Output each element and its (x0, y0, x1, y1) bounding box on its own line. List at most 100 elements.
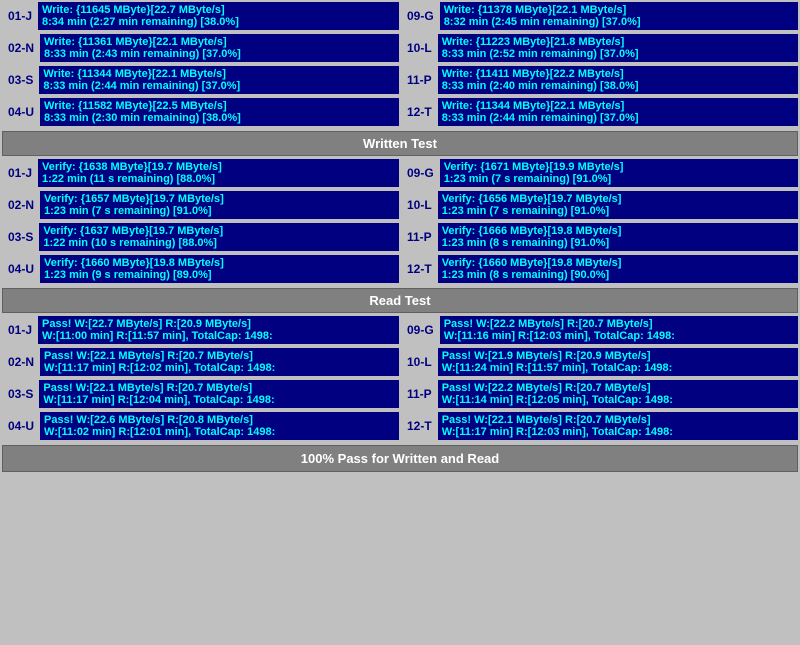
table-row: 02-NPass! W:[22.1 MByte/s] R:[20.7 MByte… (2, 348, 399, 376)
cell-content: Verify: {1638 MByte}[19.7 MByte/s]1:22 m… (38, 159, 399, 187)
cell-line2: W:[11:00 min] R:[11:57 min], TotalCap: 1… (42, 330, 395, 342)
cell-content: Pass! W:[22.6 MByte/s] R:[20.8 MByte/s]W… (40, 412, 399, 440)
cell-content: Write: {11582 MByte}[22.5 MByte/s]8:33 m… (40, 98, 399, 126)
drive-id-label: 10-L (401, 348, 438, 376)
drive-id-label: 12-T (401, 255, 438, 283)
cell-content: Pass! W:[22.7 MByte/s] R:[20.9 MByte/s]W… (38, 316, 399, 344)
drive-id-label: 04-U (2, 412, 40, 440)
table-row: 02-NWrite: {11361 MByte}[22.1 MByte/s]8:… (2, 34, 399, 62)
table-row: 12-T Verify: {1660 MByte}[19.8 MByte/s]1:… (401, 255, 798, 283)
cell-content: Pass! W:[22.1 MByte/s] R:[20.7 MByte/s]W… (40, 348, 399, 376)
cell-line1: Write: {11344 MByte}[22.1 MByte/s] (43, 68, 395, 80)
cell-line2: 1:23 min (7 s remaining) [91.0%] (444, 173, 794, 185)
cell-line2: 1:22 min (10 s remaining) [88.0%] (43, 237, 395, 249)
table-row: 09-GWrite: {11378 MByte}[22.1 MByte/s]8:… (401, 2, 798, 30)
cell-line1: Write: {11378 MByte}[22.1 MByte/s] (444, 4, 794, 16)
cell-content: Pass! W:[22.2 MByte/s] R:[20.7 MByte/s]W… (438, 380, 798, 408)
table-row: 03-S Write: {11344 MByte}[22.1 MByte/s]8:… (2, 66, 399, 94)
drive-id-label: 11-P (401, 223, 438, 251)
drive-id-label: 01-J (2, 2, 38, 30)
main-container: 01-JWrite: {11645 MByte}[22.7 MByte/s]8:… (0, 0, 800, 474)
cell-line1: Write: {11344 MByte}[22.1 MByte/s] (442, 100, 794, 112)
cell-line1: Pass! W:[22.7 MByte/s] R:[20.9 MByte/s] (42, 318, 395, 330)
written-test-header: Written Test (2, 131, 798, 156)
cell-line1: Pass! W:[22.1 MByte/s] R:[20.7 MByte/s] (43, 382, 395, 394)
cell-line2: 8:33 min (2:43 min remaining) [37.0%] (44, 48, 395, 60)
table-row: 01-JVerify: {1638 MByte}[19.7 MByte/s]1:… (2, 159, 399, 187)
drive-id-label: 11-P (401, 380, 438, 408)
table-row: 04-UPass! W:[22.6 MByte/s] R:[20.8 MByte… (2, 412, 399, 440)
cell-content: Write: {11361 MByte}[22.1 MByte/s]8:33 m… (40, 34, 399, 62)
table-row: 01-JPass! W:[22.7 MByte/s] R:[20.9 MByte… (2, 316, 399, 344)
cell-line2: W:[11:14 min] R:[12:05 min], TotalCap: 1… (442, 394, 794, 406)
cell-line1: Pass! W:[22.6 MByte/s] R:[20.8 MByte/s] (44, 414, 395, 426)
cell-line1: Pass! W:[22.1 MByte/s] R:[20.7 MByte/s] (442, 414, 794, 426)
cell-content: Verify: {1671 MByte}[19.9 MByte/s]1:23 m… (440, 159, 798, 187)
drive-id-label: 09-G (401, 2, 440, 30)
cell-line2: 8:33 min (2:40 min remaining) [38.0%] (442, 80, 794, 92)
cell-line1: Pass! W:[22.2 MByte/s] R:[20.7 MByte/s] (444, 318, 794, 330)
table-row: 04-UWrite: {11582 MByte}[22.5 MByte/s]8:… (2, 98, 399, 126)
cell-content: Verify: {1660 MByte}[19.8 MByte/s]1:23 m… (40, 255, 399, 283)
table-row: 03-SPass! W:[22.1 MByte/s] R:[20.7 MByte… (2, 380, 399, 408)
cell-line1: Write: {11411 MByte}[22.2 MByte/s] (442, 68, 794, 80)
table-row: 10-LWrite: {11223 MByte}[21.8 MByte/s]8:… (401, 34, 798, 62)
drive-id-label: 01-J (2, 159, 38, 187)
cell-line1: Write: {11582 MByte}[22.5 MByte/s] (44, 100, 395, 112)
cell-line1: Pass! W:[21.9 MByte/s] R:[20.9 MByte/s] (442, 350, 794, 362)
table-row: 02-NVerify: {1657 MByte}[19.7 MByte/s]1:… (2, 191, 399, 219)
cell-content: Write: {11344 MByte}[22.1 MByte/s]8:33 m… (438, 98, 798, 126)
table-row: 11-PPass! W:[22.2 MByte/s] R:[20.7 MByte… (401, 380, 798, 408)
drive-id-label: 03-S (2, 223, 39, 251)
cell-content: Write: {11223 MByte}[21.8 MByte/s]8:33 m… (438, 34, 798, 62)
cell-line1: Verify: {1660 MByte}[19.8 MByte/s] (442, 257, 794, 269)
cell-line2: 1:22 min (11 s remaining) [88.0%] (42, 173, 395, 185)
cell-line1: Write: {11223 MByte}[21.8 MByte/s] (442, 36, 794, 48)
cell-content: Pass! W:[22.1 MByte/s] R:[20.7 MByte/s]W… (39, 380, 399, 408)
drive-id-label: 03-S (2, 66, 39, 94)
drive-id-label: 09-G (401, 159, 440, 187)
drive-id-label: 04-U (2, 98, 40, 126)
cell-content: Pass! W:[22.2 MByte/s] R:[20.7 MByte/s]W… (440, 316, 798, 344)
drive-id-label: 02-N (2, 348, 40, 376)
table-row: 12-TPass! W:[22.1 MByte/s] R:[20.7 MByte… (401, 412, 798, 440)
cell-line2: W:[11:02 min] R:[12:01 min], TotalCap: 1… (44, 426, 395, 438)
cell-line2: 1:23 min (8 s remaining) [90.0%] (442, 269, 794, 281)
cell-line2: W:[11:17 min] R:[12:02 min], TotalCap: 1… (44, 362, 395, 374)
cell-line2: 8:33 min (2:30 min remaining) [38.0%] (44, 112, 395, 124)
cell-content: Pass! W:[21.9 MByte/s] R:[20.9 MByte/s]W… (438, 348, 798, 376)
cell-line2: W:[11:17 min] R:[12:03 min], TotalCap: 1… (442, 426, 794, 438)
verify-section: 01-JVerify: {1638 MByte}[19.7 MByte/s]1:… (2, 159, 798, 313)
cell-content: Verify: {1637 MByte}[19.7 MByte/s]1:22 m… (39, 223, 399, 251)
cell-line2: 1:23 min (8 s remaining) [91.0%] (442, 237, 794, 249)
drive-id-label: 09-G (401, 316, 440, 344)
table-row: 09-GPass! W:[22.2 MByte/s] R:[20.7 MByte… (401, 316, 798, 344)
table-row: 04-UVerify: {1660 MByte}[19.8 MByte/s]1:… (2, 255, 399, 283)
written-test-section: 01-JWrite: {11645 MByte}[22.7 MByte/s]8:… (2, 2, 798, 156)
table-row: 03-SVerify: {1637 MByte}[19.7 MByte/s]1:… (2, 223, 399, 251)
footer-status: 100% Pass for Written and Read (2, 445, 798, 472)
cell-line1: Verify: {1666 MByte}[19.8 MByte/s] (442, 225, 794, 237)
drive-id-label: 02-N (2, 34, 40, 62)
cell-line2: 8:33 min (2:44 min remaining) [37.0%] (43, 80, 395, 92)
cell-line1: Write: {11361 MByte}[22.1 MByte/s] (44, 36, 395, 48)
drive-id-label: 10-L (401, 34, 438, 62)
cell-line2: 1:23 min (9 s remaining) [89.0%] (44, 269, 395, 281)
cell-line1: Pass! W:[22.1 MByte/s] R:[20.7 MByte/s] (44, 350, 395, 362)
drive-id-label: 12-T (401, 412, 438, 440)
drive-id-label: 11-P (401, 66, 438, 94)
cell-line2: 1:23 min (7 s remaining) [91.0%] (44, 205, 395, 217)
cell-content: Write: {11378 MByte}[22.1 MByte/s]8:32 m… (440, 2, 798, 30)
cell-line1: Verify: {1657 MByte}[19.7 MByte/s] (44, 193, 395, 205)
table-row: 09-GVerify: {1671 MByte}[19.9 MByte/s]1:… (401, 159, 798, 187)
drive-id-label: 03-S (2, 380, 39, 408)
drive-id-label: 02-N (2, 191, 40, 219)
cell-content: Verify: {1656 MByte}[19.7 MByte/s]1:23 m… (438, 191, 798, 219)
cell-line1: Verify: {1638 MByte}[19.7 MByte/s] (42, 161, 395, 173)
cell-line1: Verify: {1656 MByte}[19.7 MByte/s] (442, 193, 794, 205)
cell-line2: 1:23 min (7 s remaining) [91.0%] (442, 205, 794, 217)
cell-line2: 8:33 min (2:52 min remaining) [37.0%] (442, 48, 794, 60)
cell-content: Verify: {1657 MByte}[19.7 MByte/s]1:23 m… (40, 191, 399, 219)
cell-content: Pass! W:[22.1 MByte/s] R:[20.7 MByte/s]W… (438, 412, 798, 440)
cell-line1: Verify: {1637 MByte}[19.7 MByte/s] (43, 225, 395, 237)
